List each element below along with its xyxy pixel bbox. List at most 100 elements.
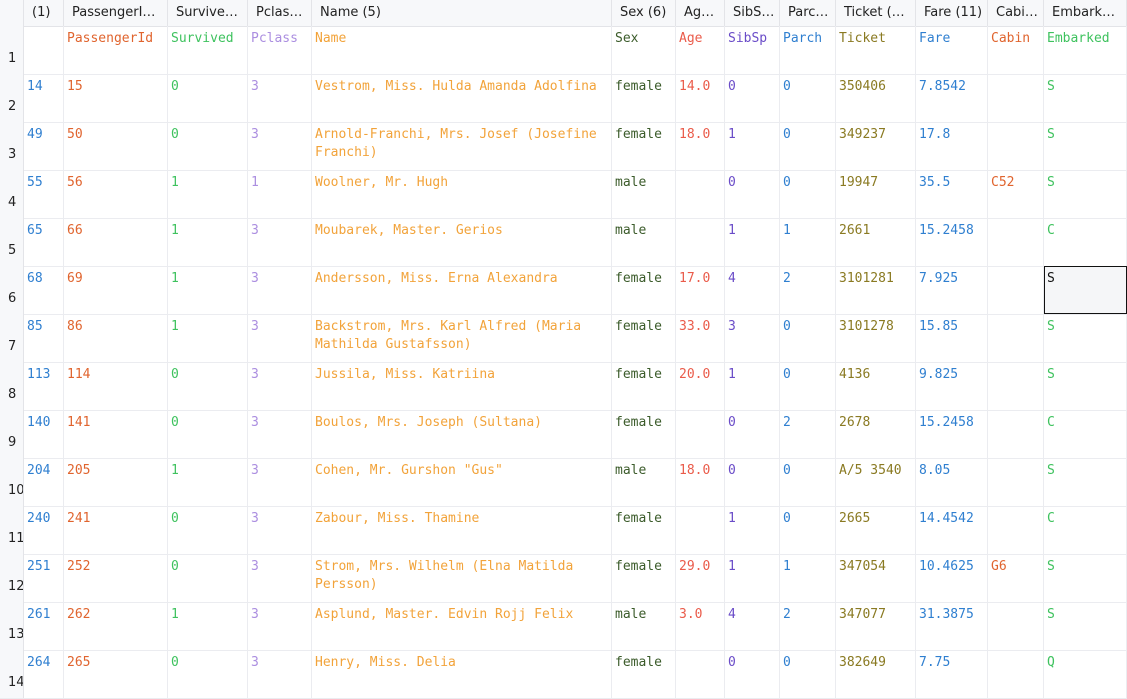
table-cell[interactable]: 1 <box>725 554 780 602</box>
table-cell[interactable]: male <box>612 218 676 266</box>
table-cell[interactable]: 10.4625 <box>916 554 988 602</box>
table-cell[interactable]: female <box>612 122 676 170</box>
table-cell[interactable]: 0 <box>725 458 780 506</box>
table-cell[interactable]: 0 <box>168 362 248 410</box>
table-cell[interactable]: 15.85 <box>916 314 988 362</box>
table-cell[interactable]: S <box>1044 74 1127 122</box>
table-cell[interactable] <box>988 602 1044 650</box>
column-header[interactable]: Fare (11) <box>916 0 988 26</box>
table-cell[interactable]: 0 <box>780 314 836 362</box>
table-cell[interactable]: 382649 <box>836 650 916 698</box>
table-cell[interactable]: 3 <box>248 650 312 698</box>
table-cell[interactable]: 7.8542 <box>916 74 988 122</box>
column-header[interactable]: Name (5) <box>312 0 612 26</box>
table-cell[interactable]: Age <box>676 26 725 74</box>
table-cell[interactable]: 350406 <box>836 74 916 122</box>
table-cell[interactable] <box>676 218 725 266</box>
table-cell[interactable]: 50 <box>64 122 168 170</box>
table-cell[interactable] <box>988 650 1044 698</box>
table-cell[interactable]: 347077 <box>836 602 916 650</box>
selected-cell[interactable]: S <box>1044 266 1127 314</box>
table-cell[interactable]: 0 <box>168 506 248 554</box>
table-cell[interactable]: 262 <box>64 602 168 650</box>
row-number[interactable]: 10 <box>0 458 24 506</box>
table-cell[interactable]: 0 <box>725 74 780 122</box>
column-header[interactable]: Cabi… <box>988 0 1044 26</box>
column-header[interactable]: Pclas… <box>248 0 312 26</box>
row-number[interactable]: 5 <box>0 218 24 266</box>
table-cell[interactable] <box>988 410 1044 458</box>
table-cell[interactable]: 0 <box>725 410 780 458</box>
table-cell[interactable]: 68 <box>24 266 64 314</box>
table-cell[interactable]: Asplund, Master. Edvin Rojj Felix <box>312 602 612 650</box>
table-cell[interactable]: 65 <box>24 218 64 266</box>
table-cell[interactable]: S <box>1044 362 1127 410</box>
table-cell[interactable]: C52 <box>988 170 1044 218</box>
table-cell[interactable]: female <box>612 410 676 458</box>
table-cell[interactable]: Strom, Mrs. Wilhelm (Elna Matilda Persso… <box>312 554 612 602</box>
table-cell[interactable]: 264 <box>24 650 64 698</box>
table-cell[interactable] <box>676 650 725 698</box>
table-cell[interactable]: 2665 <box>836 506 916 554</box>
table-cell[interactable]: 2 <box>780 266 836 314</box>
table-cell[interactable] <box>988 362 1044 410</box>
table-cell[interactable]: 4136 <box>836 362 916 410</box>
table-cell[interactable]: S <box>1044 122 1127 170</box>
table-cell[interactable]: Fare <box>916 26 988 74</box>
table-cell[interactable]: C <box>1044 218 1127 266</box>
table-cell[interactable]: SibSp <box>725 26 780 74</box>
table-cell[interactable]: 4 <box>725 602 780 650</box>
column-header[interactable]: Parc… <box>780 0 836 26</box>
table-cell[interactable]: 141 <box>64 410 168 458</box>
table-cell[interactable] <box>988 122 1044 170</box>
table-cell[interactable]: 204 <box>24 458 64 506</box>
table-cell[interactable] <box>988 506 1044 554</box>
table-cell[interactable]: 3 <box>248 122 312 170</box>
table-cell[interactable]: 1 <box>248 170 312 218</box>
table-cell[interactable]: 3 <box>248 362 312 410</box>
table-cell[interactable] <box>988 266 1044 314</box>
table-cell[interactable]: 1 <box>168 170 248 218</box>
table-cell[interactable]: 31.3875 <box>916 602 988 650</box>
table-cell[interactable]: A/5 3540 <box>836 458 916 506</box>
row-number[interactable]: 4 <box>0 170 24 218</box>
table-cell[interactable]: 2 <box>780 602 836 650</box>
table-cell[interactable]: Survived <box>168 26 248 74</box>
table-cell[interactable]: Ticket <box>836 26 916 74</box>
table-cell[interactable]: female <box>612 266 676 314</box>
table-cell[interactable]: 14 <box>24 74 64 122</box>
table-cell[interactable]: 1 <box>168 266 248 314</box>
table-cell[interactable]: 3 <box>248 314 312 362</box>
table-cell[interactable]: 56 <box>64 170 168 218</box>
table-cell[interactable]: 3 <box>248 458 312 506</box>
table-cell[interactable]: female <box>612 314 676 362</box>
table-cell[interactable]: Henry, Miss. Delia <box>312 650 612 698</box>
table-cell[interactable]: S <box>1044 170 1127 218</box>
table-cell[interactable]: Cohen, Mr. Gurshon "Gus" <box>312 458 612 506</box>
table-cell[interactable]: 265 <box>64 650 168 698</box>
table-cell[interactable]: female <box>612 650 676 698</box>
table-cell[interactable] <box>24 26 64 74</box>
table-cell[interactable] <box>676 170 725 218</box>
table-cell[interactable]: Name <box>312 26 612 74</box>
table-cell[interactable]: 33.0 <box>676 314 725 362</box>
column-header[interactable]: (1) <box>24 0 64 26</box>
row-number[interactable]: 2 <box>0 74 24 122</box>
row-number[interactable]: 8 <box>0 362 24 410</box>
table-cell[interactable]: 18.0 <box>676 458 725 506</box>
table-cell[interactable]: female <box>612 506 676 554</box>
table-cell[interactable]: female <box>612 74 676 122</box>
table-cell[interactable]: 15 <box>64 74 168 122</box>
column-header[interactable]: Survive… <box>168 0 248 26</box>
table-cell[interactable]: Parch <box>780 26 836 74</box>
row-number[interactable]: 14 <box>0 650 24 698</box>
table-cell[interactable]: 1 <box>725 362 780 410</box>
table-cell[interactable]: 3 <box>248 218 312 266</box>
table-cell[interactable]: 3 <box>248 410 312 458</box>
table-cell[interactable] <box>988 314 1044 362</box>
table-cell[interactable]: 7.75 <box>916 650 988 698</box>
table-cell[interactable]: 1 <box>725 506 780 554</box>
table-cell[interactable]: Backstrom, Mrs. Karl Alfred (Maria Mathi… <box>312 314 612 362</box>
table-cell[interactable]: 3 <box>248 554 312 602</box>
table-cell[interactable] <box>676 410 725 458</box>
